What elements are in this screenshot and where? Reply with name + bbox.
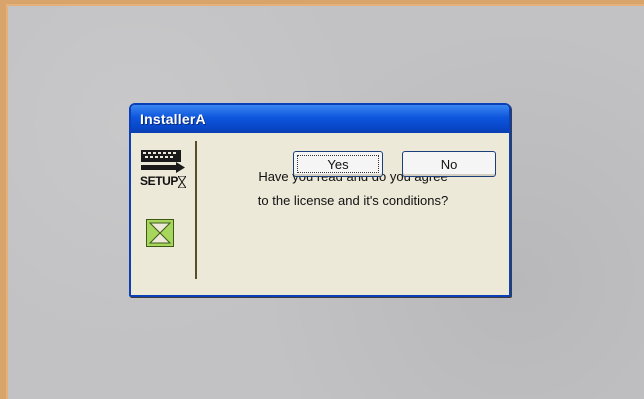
no-button[interactable]: No bbox=[402, 151, 496, 177]
setup-icon: SETUP bbox=[140, 149, 186, 195]
yes-button[interactable]: Yes bbox=[293, 151, 383, 177]
installer-dialog: InstallerA SETUP Have you to the license… bbox=[129, 103, 511, 297]
message-line-2: to the license and it's conditions? bbox=[257, 193, 449, 208]
dialog-sidebar: SETUP bbox=[131, 133, 195, 291]
mini-hourglass-icon bbox=[178, 176, 186, 188]
hourglass-icon bbox=[146, 219, 174, 247]
no-button-label: No bbox=[440, 156, 458, 172]
yes-button-label: Yes bbox=[327, 156, 349, 172]
title-bar[interactable]: InstallerA bbox=[131, 105, 509, 133]
dialog-title: InstallerA bbox=[140, 111, 206, 127]
